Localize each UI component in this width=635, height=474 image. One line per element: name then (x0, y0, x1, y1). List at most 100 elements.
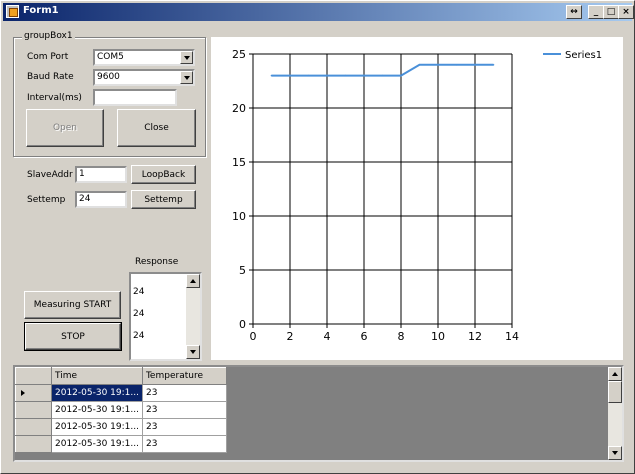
cell-temperature[interactable]: 23 (141, 435, 227, 453)
window-title: Form1 (23, 5, 59, 16)
com-port-value: COM5 (97, 52, 124, 62)
table-row[interactable]: 2012-05-30 19:1... 23 (15, 384, 227, 402)
data-point (400, 74, 402, 77)
response-label: Response (135, 257, 179, 267)
slave-addr-label: SlaveAddr (27, 170, 73, 180)
data-point (418, 64, 421, 66)
row-header[interactable] (15, 435, 52, 453)
x-tick-label: 8 (398, 330, 405, 343)
loopback-button-label: LoopBack (141, 169, 186, 180)
chevron-down-icon[interactable] (180, 71, 193, 84)
measuring-start-button[interactable]: Measuring START (24, 291, 121, 319)
data-grid[interactable]: Time Temperature 2012-05-30 19:1... 23 2… (13, 365, 624, 462)
table-header-row: Time Temperature (15, 367, 227, 385)
grid-scrollbar[interactable] (608, 367, 622, 460)
x-tick-label: 12 (468, 330, 482, 343)
column-header-temperature[interactable]: Temperature (141, 367, 227, 385)
settemp-button[interactable]: Settemp (131, 190, 196, 209)
scroll-up-icon[interactable] (186, 274, 200, 288)
data-point (437, 64, 439, 66)
data-point (455, 64, 458, 66)
table-row[interactable]: 2012-05-30 19:1... 23 (15, 401, 227, 419)
y-tick-label: 25 (232, 48, 246, 61)
measuring-start-label: Measuring START (33, 300, 112, 310)
legend-label: Series1 (565, 50, 602, 61)
cell-time[interactable]: 2012-05-30 19:1... (51, 435, 143, 453)
baud-rate-select[interactable]: 9600 (93, 69, 195, 86)
data-point (344, 74, 347, 77)
x-tick-label: 2 (287, 330, 294, 343)
data-point (492, 64, 495, 66)
scroll-up-icon[interactable] (608, 367, 622, 381)
interval-input[interactable] (93, 89, 177, 106)
list-item[interactable]: 24 (133, 287, 144, 297)
com-port-label: Com Port (27, 52, 69, 62)
y-tick-label: 15 (232, 156, 246, 169)
data-point (326, 74, 328, 77)
scroll-down-icon[interactable] (186, 345, 200, 359)
x-tick-label: 10 (431, 330, 445, 343)
cell-time[interactable]: 2012-05-30 19:1... (51, 418, 143, 436)
title-bar[interactable]: Form1 ↔ _ □ × (3, 3, 634, 21)
data-point (474, 64, 476, 66)
table-row[interactable]: 2012-05-30 19:1... 23 (15, 418, 227, 436)
series-line (271, 63, 494, 77)
close-window-button[interactable]: × (618, 5, 634, 19)
response-scrollbar[interactable] (186, 274, 200, 359)
stop-button-label: STOP (61, 331, 85, 342)
chart-svg: 0 2 4 6 8 10 12 14 0 5 10 15 20 25 Series1 (232, 48, 602, 343)
y-tick-label: 10 (232, 210, 246, 223)
x-tick-label: 6 (361, 330, 368, 343)
interval-label: Interval(ms) (27, 93, 82, 103)
y-tick-label: 0 (239, 318, 246, 331)
settemp-input[interactable]: 24 (75, 191, 127, 208)
x-tick-label: 4 (324, 330, 331, 343)
cell-temperature[interactable]: 23 (141, 401, 227, 419)
stop-button[interactable]: STOP (24, 322, 122, 351)
scroll-down-icon[interactable] (608, 446, 622, 460)
list-item[interactable]: 24 (133, 309, 144, 319)
column-header-time[interactable]: Time (51, 367, 143, 385)
scroll-thumb[interactable] (608, 381, 622, 403)
minimize-button[interactable]: _ (588, 5, 604, 19)
row-header[interactable] (15, 384, 52, 402)
x-tick-label: 14 (505, 330, 519, 343)
y-tick-label: 20 (232, 102, 246, 115)
close-button-label: Close (144, 123, 169, 133)
settemp-label: Settemp (27, 195, 66, 205)
cell-temperature[interactable]: 23 (141, 384, 227, 402)
open-button-label: Open (52, 123, 78, 133)
list-item[interactable]: 24 (133, 331, 144, 341)
cell-time[interactable]: 2012-05-30 19:1... (51, 401, 143, 419)
app-icon[interactable] (6, 5, 19, 18)
current-row-icon (21, 390, 25, 396)
data-table: Time Temperature 2012-05-30 19:1... 23 2… (15, 367, 227, 453)
data-point (270, 74, 273, 77)
loopback-button[interactable]: LoopBack (131, 165, 196, 184)
open-button[interactable]: Open (26, 109, 104, 147)
close-button[interactable]: Close (117, 109, 196, 147)
slave-addr-input[interactable]: 1 (75, 166, 127, 183)
cell-time[interactable]: 2012-05-30 19:1... (51, 384, 143, 402)
row-header-corner (15, 367, 52, 385)
response-list[interactable]: 24 24 24 (129, 272, 202, 361)
cell-temperature[interactable]: 23 (141, 418, 227, 436)
data-point (289, 74, 291, 77)
row-header[interactable] (15, 418, 52, 436)
y-tick-label: 5 (239, 264, 246, 277)
baud-rate-value: 9600 (97, 72, 120, 82)
baud-rate-label: Baud Rate (27, 72, 74, 82)
table-row[interactable]: 2012-05-30 19:1... 23 (15, 435, 227, 453)
chevron-down-icon[interactable] (180, 51, 193, 64)
x-tick-label: 0 (250, 330, 257, 343)
maximize-button[interactable]: □ (603, 5, 619, 19)
restore-icon[interactable]: ↔ (566, 5, 582, 19)
com-port-select[interactable]: COM5 (93, 49, 195, 66)
group-box-title: groupBox1 (22, 31, 75, 41)
main-window: Form1 ↔ _ □ × groupBox1 Com Port COM5 Ba… (0, 0, 635, 474)
data-point (363, 74, 365, 77)
row-header[interactable] (15, 401, 52, 419)
data-point (381, 74, 384, 77)
settemp-button-label: Settemp (144, 194, 183, 205)
temperature-chart: 0 2 4 6 8 10 12 14 0 5 10 15 20 25 Series1 (211, 37, 623, 360)
